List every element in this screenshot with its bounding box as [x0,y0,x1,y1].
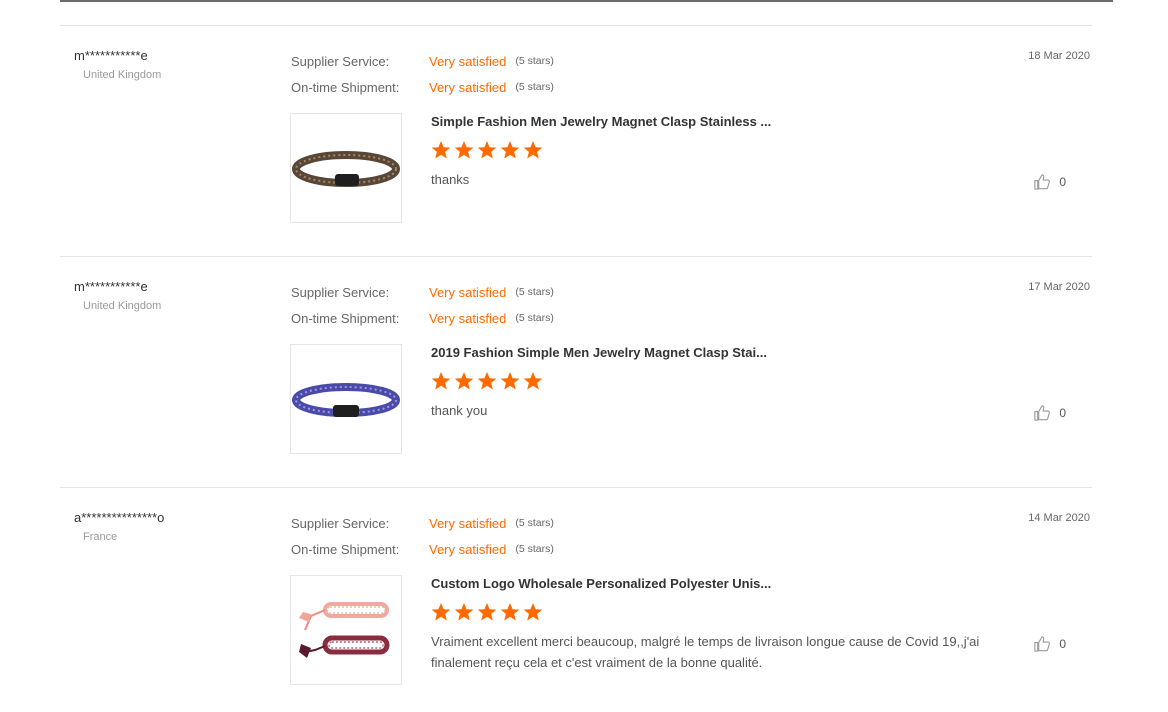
brown-bracelet-image [292,151,400,187]
service-ratings: Supplier Service: Very satisfied (5 star… [291,510,554,562]
star-icon [477,602,497,622]
star-icon [523,602,543,622]
star-icon [523,371,543,391]
review-item: m***********e United Kingdom Supplier Se… [60,256,1092,487]
thumbs-up-icon [1034,636,1051,652]
shipment-label: On-time Shipment: [291,541,400,557]
supplier-service-value: Very satisfied [429,515,507,531]
buyer-name: a***************o [74,510,165,525]
shipment-stars: (5 stars) [515,312,554,324]
shipment-stars: (5 stars) [515,81,554,93]
buyer-info: a***************o France [74,510,274,543]
product-info: 2019 Fashion Simple Men Jewelry Magnet C… [431,345,991,421]
product-thumbnail[interactable] [290,113,402,223]
review-item: m***********e United Kingdom Supplier Se… [60,25,1092,256]
buyer-info: m***********e United Kingdom [74,279,274,312]
tassel-bracelets-image [299,602,390,658]
review-list: m***********e United Kingdom Supplier Se… [60,25,1092,693]
buyer-name: m***********e [74,279,148,294]
like-count: 0 [1059,636,1066,651]
star-icon [477,371,497,391]
shipment-row: On-time Shipment: Very satisfied (5 star… [291,305,554,331]
product-rating-stars [431,602,991,622]
buyer-country: United Kingdom [83,300,162,312]
supplier-service-stars: (5 stars) [515,55,554,67]
product-info: Custom Logo Wholesale Personalized Polye… [431,576,991,673]
product-title-link[interactable]: Custom Logo Wholesale Personalized Polye… [431,576,991,592]
product-title-link[interactable]: 2019 Fashion Simple Men Jewelry Magnet C… [431,345,991,361]
supplier-service-stars: (5 stars) [515,286,554,298]
review-date: 18 Mar 2020 [1028,50,1090,62]
star-icon [431,602,451,622]
service-ratings: Supplier Service: Very satisfied (5 star… [291,48,554,100]
star-icon [454,371,474,391]
star-icon [431,140,451,160]
product-rating-stars [431,140,991,160]
buyer-country: United Kingdom [83,69,162,81]
product-info: Simple Fashion Men Jewelry Magnet Clasp … [431,114,991,190]
supplier-service-row: Supplier Service: Very satisfied (5 star… [291,48,554,74]
star-icon [500,371,520,391]
supplier-service-row: Supplier Service: Very satisfied (5 star… [291,279,554,305]
like-count: 0 [1059,405,1066,420]
shipment-label: On-time Shipment: [291,310,400,326]
blue-bracelet-image [292,383,400,417]
shipment-row: On-time Shipment: Very satisfied (5 star… [291,74,554,100]
star-icon [431,371,451,391]
thumbs-up-icon [1034,174,1051,190]
shipment-value: Very satisfied [429,541,507,557]
like-count: 0 [1059,174,1066,189]
review-text: thanks [431,172,470,187]
product-rating-stars [431,371,991,391]
shipment-row: On-time Shipment: Very satisfied (5 star… [291,536,554,562]
shipment-label: On-time Shipment: [291,79,400,95]
star-icon [454,140,474,160]
supplier-service-row: Supplier Service: Very satisfied (5 star… [291,510,554,536]
product-thumbnail[interactable] [290,344,402,454]
supplier-service-label: Supplier Service: [291,284,390,300]
shipment-value: Very satisfied [429,310,507,326]
star-icon [500,602,520,622]
service-ratings: Supplier Service: Very satisfied (5 star… [291,279,554,331]
top-divider [60,0,1113,2]
review-text: thank you [431,403,488,418]
star-icon [454,602,474,622]
supplier-service-label: Supplier Service: [291,515,390,531]
supplier-service-value: Very satisfied [429,53,507,69]
supplier-service-stars: (5 stars) [515,517,554,529]
buyer-country: France [83,531,118,543]
buyer-info: m***********e United Kingdom [74,48,274,81]
review-date: 14 Mar 2020 [1028,512,1090,524]
supplier-service-label: Supplier Service: [291,53,390,69]
star-icon [523,140,543,160]
supplier-service-value: Very satisfied [429,284,507,300]
thumbs-up-icon [1034,405,1051,421]
like-button[interactable]: 0 [1033,403,1066,422]
like-button[interactable]: 0 [1033,172,1066,191]
review-item: a***************o France Supplier Servic… [60,487,1092,693]
review-text: Vraiment excellent merci beaucoup, malgr… [431,634,980,670]
like-button[interactable]: 0 [1033,634,1066,653]
review-date: 17 Mar 2020 [1028,281,1090,293]
shipment-value: Very satisfied [429,79,507,95]
product-title-link[interactable]: Simple Fashion Men Jewelry Magnet Clasp … [431,114,991,130]
buyer-name: m***********e [74,48,148,63]
star-icon [477,140,497,160]
shipment-stars: (5 stars) [515,543,554,555]
product-thumbnail[interactable] [290,575,402,685]
star-icon [500,140,520,160]
